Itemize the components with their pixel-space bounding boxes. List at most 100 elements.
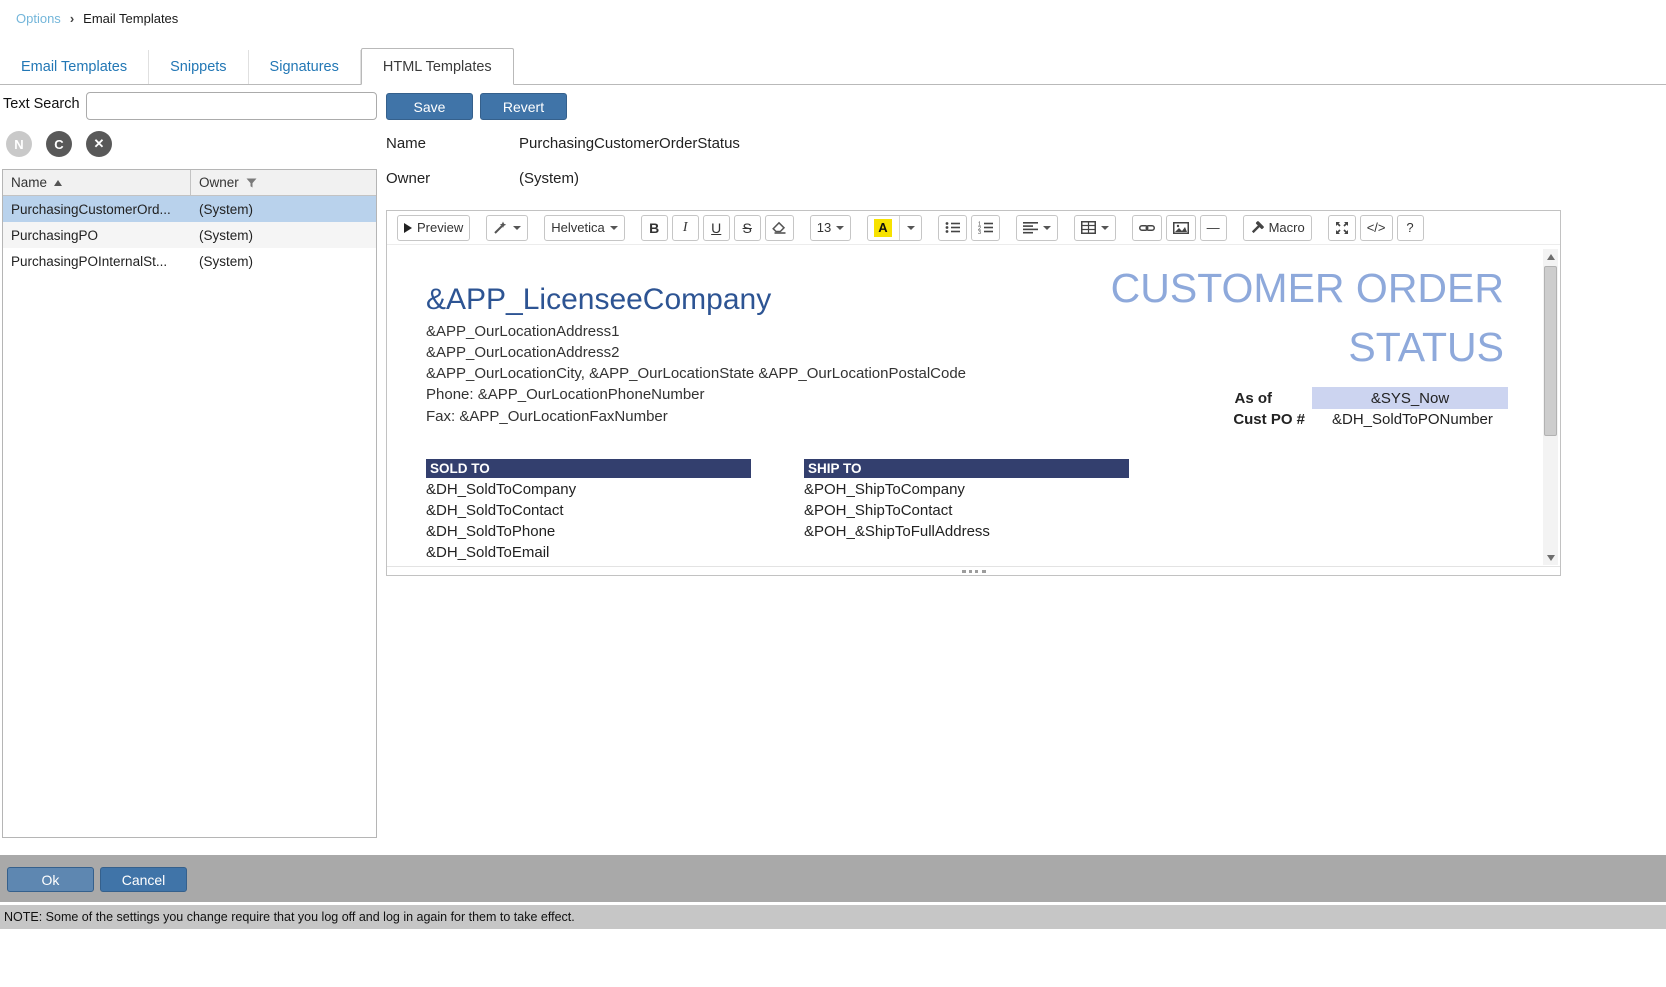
breadcrumb-current: Email Templates [83, 11, 178, 26]
font-family-select[interactable]: Helvetica [544, 215, 624, 241]
unordered-list-button[interactable] [938, 215, 967, 241]
cust-po-label: Cust PO # [1177, 411, 1305, 428]
code-view-button[interactable]: </> [1360, 215, 1393, 241]
doc-city-line: &APP_OurLocationCity, &APP_OurLocationSt… [426, 365, 966, 382]
as-of-value: &SYS_Now [1312, 387, 1508, 409]
doc-title-line1: CUSTOMER ORDER [1111, 259, 1504, 318]
row-owner-cell: (System) [191, 228, 376, 243]
table-grid-icon [1081, 221, 1096, 234]
doc-title-line2: STATUS [1111, 318, 1504, 377]
tab-signatures[interactable]: Signatures [249, 50, 361, 84]
editor-toolbar: Preview Helvetica B I U S 13 [387, 211, 1560, 245]
macro-button[interactable]: Macro [1243, 215, 1312, 241]
table-row[interactable]: PurchasingPOInternalSt... (System) [3, 248, 376, 274]
scroll-up-arrow[interactable] [1543, 249, 1558, 264]
chevron-down-icon [1101, 226, 1109, 230]
strikethrough-button[interactable]: S [734, 215, 761, 241]
ship-to-line: &POH_ShipToContact [804, 502, 952, 519]
chevron-down-icon [836, 226, 844, 230]
align-lines-icon [1023, 221, 1038, 234]
grip-dots-icon [962, 570, 986, 573]
text-search-input[interactable] [86, 92, 377, 120]
column-header-name-label: Name [11, 175, 47, 190]
list-actions: N C ✕ [6, 131, 112, 157]
italic-button[interactable]: I [672, 215, 699, 241]
as-of-label: As of [1187, 390, 1272, 407]
chevron-down-icon [513, 226, 521, 230]
horizontal-rule-button[interactable]: — [1200, 215, 1227, 241]
sold-to-header-bar: SOLD TO [426, 459, 751, 478]
tab-email-templates[interactable]: Email Templates [0, 50, 149, 84]
table-dropdown-button[interactable] [1074, 215, 1116, 241]
table-row[interactable]: PurchasingPO (System) [3, 222, 376, 248]
doc-company-heading: &APP_LicenseeCompany [426, 283, 771, 317]
save-button[interactable]: Save [386, 93, 473, 120]
templates-table: Name Owner PurchasingCustomerOrd... (Sys… [2, 169, 377, 838]
image-icon [1173, 222, 1189, 234]
font-color-letter: A [874, 219, 891, 237]
templates-table-header: Name Owner [3, 170, 376, 196]
owner-field-value: (System) [519, 170, 579, 187]
name-field-label: Name [386, 135, 426, 152]
sold-to-line: &DH_SoldToContact [426, 502, 564, 519]
new-template-button[interactable]: N [6, 131, 32, 157]
sold-to-line: &DH_SoldToCompany [426, 481, 576, 498]
editor-scrollbar[interactable] [1543, 249, 1558, 565]
insert-image-button[interactable] [1166, 215, 1196, 241]
scroll-down-arrow[interactable] [1543, 550, 1558, 565]
ok-button[interactable]: Ok [7, 867, 94, 892]
hammer-icon [1250, 221, 1264, 235]
eraser-icon [772, 221, 787, 234]
row-owner-cell: (System) [191, 254, 376, 269]
remove-format-button[interactable] [765, 215, 794, 241]
breadcrumb-chevron-icon: › [70, 11, 74, 26]
tab-bar: Email Templates Snippets Signatures HTML… [0, 48, 1666, 85]
button-divider [899, 216, 900, 240]
ship-to-line: &POH_&ShipToFullAddress [804, 523, 990, 540]
row-name-cell: PurchasingPOInternalSt... [3, 254, 191, 269]
ship-to-header-bar: SHIP TO [804, 459, 1129, 478]
font-family-value: Helvetica [551, 220, 604, 235]
delete-template-button[interactable]: ✕ [86, 131, 112, 157]
column-header-name[interactable]: Name [3, 170, 191, 195]
column-header-owner[interactable]: Owner [191, 170, 376, 195]
cust-po-value: &DH_SoldToPONumber [1332, 411, 1493, 428]
doc-title: CUSTOMER ORDER STATUS [1111, 259, 1504, 377]
macro-button-label: Macro [1269, 220, 1305, 235]
underline-button[interactable]: U [703, 215, 730, 241]
footer-bar [0, 855, 1666, 902]
settings-note: NOTE: Some of the settings you change re… [0, 905, 1666, 929]
cancel-button[interactable]: Cancel [100, 867, 187, 892]
copy-template-button[interactable]: C [46, 131, 72, 157]
insert-link-button[interactable] [1132, 215, 1162, 241]
preview-button[interactable]: Preview [397, 215, 470, 241]
fullscreen-button[interactable] [1328, 215, 1356, 241]
editor-resize-grip[interactable] [387, 566, 1560, 575]
breadcrumb-options-link[interactable]: Options [16, 11, 61, 26]
font-color-button[interactable]: A [867, 215, 921, 241]
magic-wand-dropdown-button[interactable] [486, 215, 528, 241]
ship-to-line: &POH_ShipToCompany [804, 481, 965, 498]
bold-button[interactable]: B [641, 215, 668, 241]
sold-to-line: &DH_SoldToPhone [426, 523, 555, 540]
text-search-label: Text Search [3, 96, 80, 112]
bullet-list-icon [945, 221, 960, 234]
tab-html-templates[interactable]: HTML Templates [361, 48, 514, 85]
align-dropdown-button[interactable] [1016, 215, 1058, 241]
scrollbar-thumb[interactable] [1544, 266, 1557, 436]
font-size-value: 13 [817, 220, 831, 235]
doc-address1: &APP_OurLocationAddress1 [426, 323, 619, 340]
ordered-list-button[interactable]: 123 [971, 215, 1000, 241]
expand-arrows-icon [1335, 221, 1349, 235]
revert-button[interactable]: Revert [480, 93, 567, 120]
chevron-down-icon [1043, 226, 1051, 230]
sold-to-line: &DH_SoldToEmail [426, 544, 549, 561]
tab-snippets[interactable]: Snippets [149, 50, 248, 84]
help-button[interactable]: ? [1397, 215, 1424, 241]
chevron-down-icon [907, 226, 915, 230]
font-size-select[interactable]: 13 [810, 215, 851, 241]
table-row[interactable]: PurchasingCustomerOrd... (System) [3, 196, 376, 222]
sort-ascending-icon [54, 180, 62, 186]
doc-address2: &APP_OurLocationAddress2 [426, 344, 619, 361]
row-name-cell: PurchasingCustomerOrd... [3, 202, 191, 217]
